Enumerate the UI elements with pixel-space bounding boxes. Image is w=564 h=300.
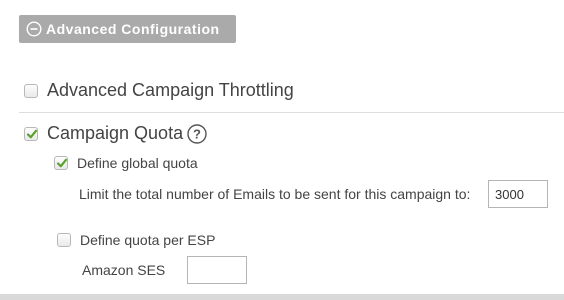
esp-quota-label: Define quota per ESP: [80, 232, 216, 248]
limit-description: Limit the total number of Emails to be s…: [79, 186, 471, 202]
campaign-quota-checkbox[interactable]: [24, 127, 38, 141]
bottom-scrollbar[interactable]: [0, 294, 564, 300]
check-icon: [56, 158, 68, 168]
amazon-ses-quota-input[interactable]: [187, 256, 247, 284]
throttling-label: Advanced Campaign Throttling: [47, 80, 294, 100]
throttling-checkbox[interactable]: [24, 84, 38, 98]
question-circle-icon[interactable]: ?: [187, 124, 207, 144]
amazon-ses-label: Amazon SES: [82, 262, 166, 278]
global-quota-label: Define global quota: [77, 155, 198, 171]
esp-quota-checkbox[interactable]: [57, 233, 71, 247]
global-quota-input[interactable]: [488, 180, 548, 208]
global-quota-checkbox[interactable]: [54, 156, 68, 170]
campaign-quota-label: Campaign Quota: [47, 123, 184, 143]
advanced-configuration-label: Advanced Configuration: [46, 21, 220, 37]
campaign-settings-panel: Advanced Configuration Advanced Campaign…: [0, 0, 564, 300]
minus-circle-icon: [26, 21, 42, 37]
section-divider: [19, 112, 564, 113]
check-icon: [26, 129, 38, 139]
advanced-configuration-button[interactable]: Advanced Configuration: [19, 15, 236, 43]
help-glyph: ?: [193, 127, 201, 142]
